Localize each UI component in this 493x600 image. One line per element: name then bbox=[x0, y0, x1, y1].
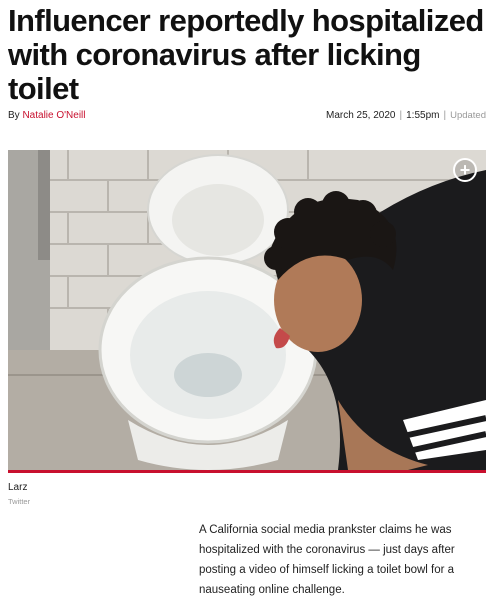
plus-circle-icon[interactable]: + bbox=[453, 158, 477, 182]
separator: | bbox=[443, 110, 447, 121]
updated-label: Updated bbox=[450, 110, 486, 121]
image-caption: Larz bbox=[8, 482, 28, 493]
image-divider bbox=[8, 470, 486, 473]
publish-time: 1:55pm bbox=[406, 110, 440, 121]
hero-photo-illustration bbox=[8, 150, 486, 470]
separator: | bbox=[399, 110, 403, 121]
byline-row: By Natalie O'Neill March 25, 2020 | 1:55pm… bbox=[8, 109, 486, 123]
image-credit: Twitter bbox=[8, 497, 31, 506]
hero-image[interactable] bbox=[8, 150, 486, 470]
publish-info: March 25, 2020 | 1:55pm | Updated bbox=[326, 109, 486, 123]
article-headline: Influencer reportedly hospitalized with … bbox=[8, 3, 484, 106]
author-link[interactable]: Natalie O'Neill bbox=[22, 110, 85, 121]
publish-date: March 25, 2020 bbox=[326, 110, 396, 121]
byline-prefix: By bbox=[8, 110, 20, 121]
article-lede: A California social media prankster clai… bbox=[199, 524, 455, 596]
byline: By Natalie O'Neill bbox=[8, 109, 86, 123]
